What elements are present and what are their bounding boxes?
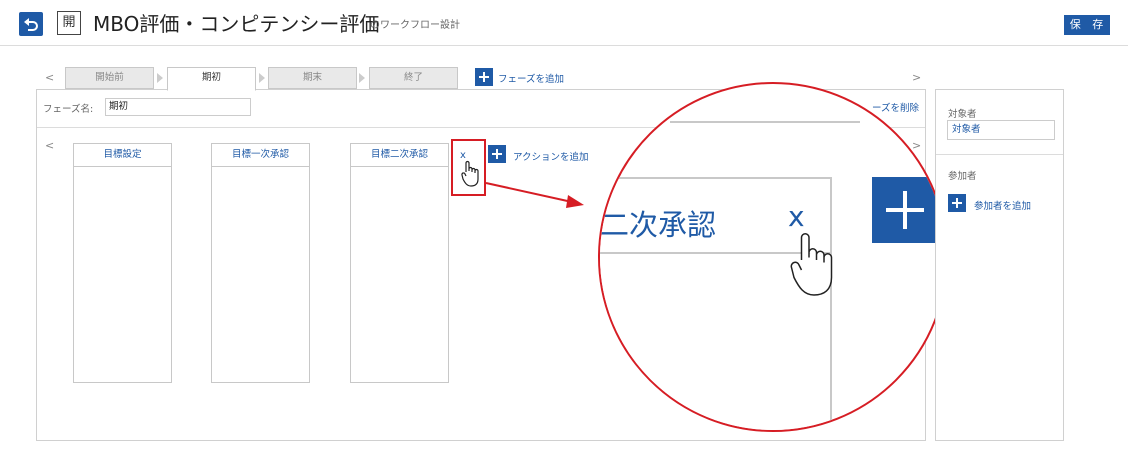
side-panel [935,89,1064,441]
side-divider [936,154,1063,155]
open-status-badge: 開 [57,11,81,35]
add-action-plus-icon[interactable] [488,145,506,163]
save-button[interactable]: 保 存 [1064,15,1110,35]
action-prev-arrow[interactable]: < [45,139,54,152]
action-column-goal-setting[interactable]: 目標設定 [73,143,172,383]
zoom-column-edge [670,121,860,123]
action-column-second-approval[interactable]: 目標二次承認 [350,143,449,383]
add-action-link[interactable]: アクションを追加 [513,149,589,163]
action-column-header: 目標二次承認 [351,144,448,167]
back-arrow-icon [24,18,38,31]
page-subtitle: のワークフロー設計 [370,20,460,31]
page-title: MBO評価・コンピテンシー評価 [93,12,380,36]
target-label: 対象者 [948,109,977,120]
zoom-hand-cursor-icon [790,233,833,296]
tab-phase-end[interactable]: 期末 [268,67,357,89]
action-next-arrow[interactable]: > [912,139,921,152]
zoom-plus-icon [872,177,938,243]
delete-phase-link[interactable]: ーズを削除 [872,100,919,114]
phase-next-arrow[interactable]: > [912,71,921,84]
phase-name-input[interactable]: 期初 [105,98,251,116]
zoom-delete-x: x [788,200,805,233]
add-participant-link[interactable]: 参加者を追加 [974,198,1031,212]
add-phase-plus-icon[interactable] [475,68,493,86]
action-column-first-approval[interactable]: 目標一次承認 [211,143,310,383]
back-button[interactable] [19,12,43,36]
tab-phase-finished[interactable]: 終了 [369,67,458,89]
phase-name-label: フェーズ名: [43,104,94,115]
phase-prev-arrow[interactable]: < [45,71,54,84]
callout-arrow-icon [485,182,584,208]
add-phase-link[interactable]: フェーズを追加 [498,71,564,85]
tab-phase-before-start[interactable]: 開始前 [65,67,154,89]
add-participant-plus-icon[interactable] [948,194,966,212]
participants-label: 参加者 [948,171,977,182]
zoom-column-label: 二次承認 [600,208,717,242]
tab-separator-icon [157,73,163,83]
header-bar: 開 MBO評価・コンピテンシー評価 のワークフロー設計 保 存 [0,0,1128,46]
magnifier-lens: 二次承認 x [598,82,948,432]
tab-separator-icon [359,73,365,83]
action-column-header: 目標一次承認 [212,144,309,167]
action-column-header: 目標設定 [74,144,171,167]
target-input[interactable]: 対象者 [947,120,1055,140]
tab-phase-start[interactable]: 期初 [167,67,256,91]
tab-separator-icon [259,73,265,83]
